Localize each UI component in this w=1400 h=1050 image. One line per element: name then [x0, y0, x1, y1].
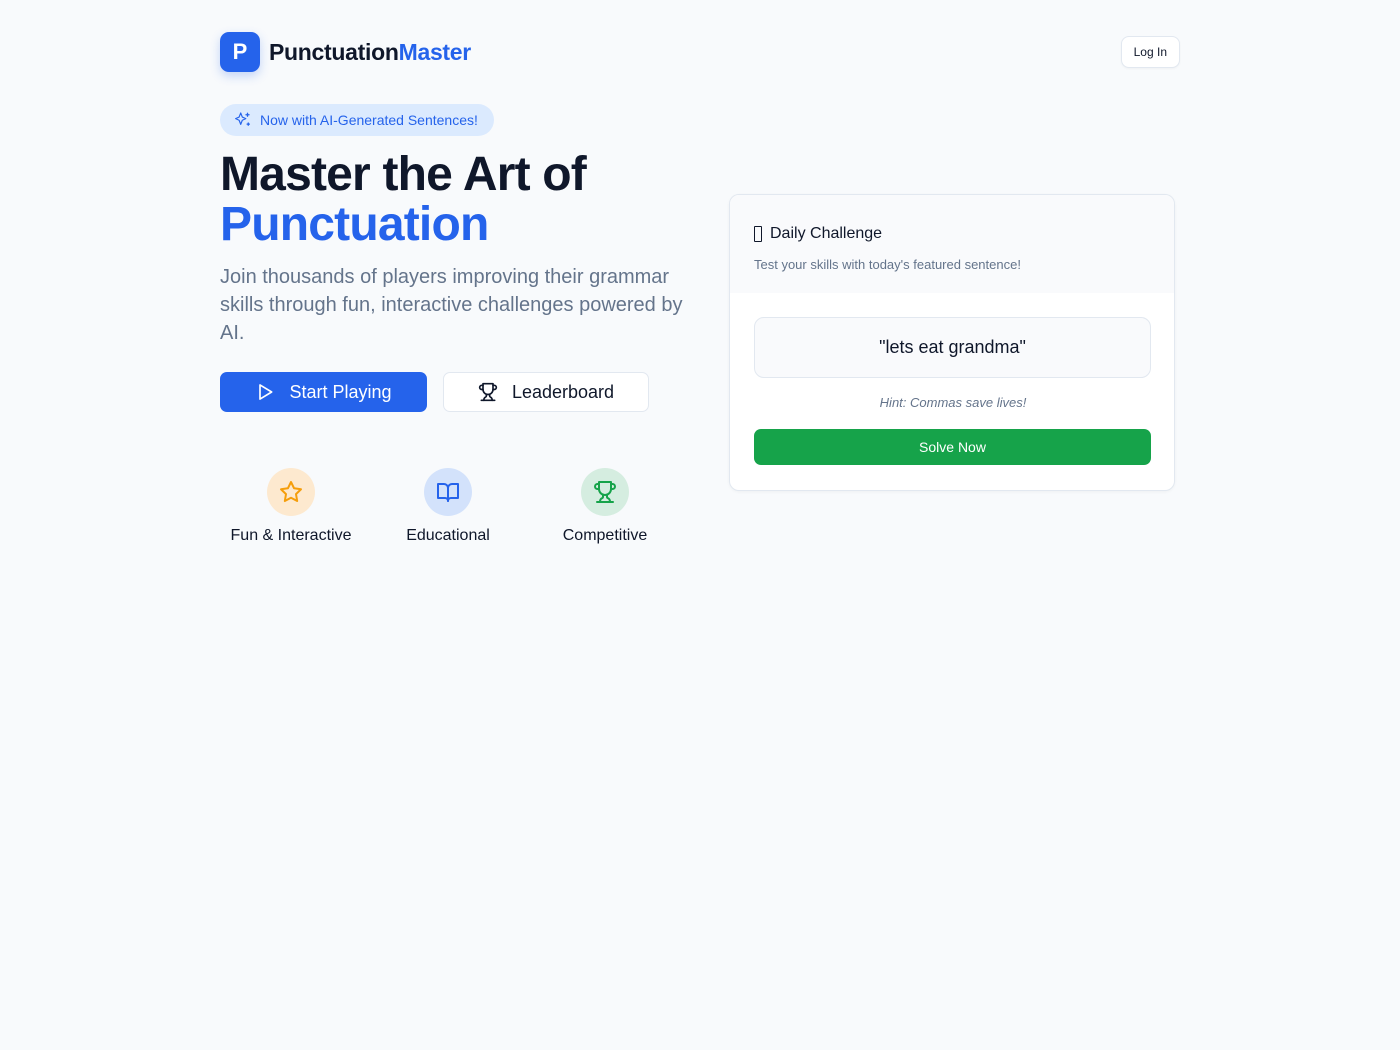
feature-icon-circle — [581, 468, 629, 516]
feature-fun-interactive: Fun & Interactive — [211, 468, 371, 545]
feature-label: Educational — [406, 527, 490, 544]
solve-now-button[interactable]: Solve Now — [754, 429, 1151, 465]
landing-page: P PunctuationMaster Log In Now with AI-G… — [0, 0, 1400, 1050]
card-subtitle: Test your skills with today's featured s… — [754, 257, 1021, 272]
feature-icon-circle — [267, 468, 315, 516]
hero-title-line1: Master the Art of — [220, 148, 587, 201]
feature-label: Competitive — [562, 527, 648, 544]
announcement-badge: Now with AI-Generated Sentences! — [220, 104, 494, 136]
card-title-text: Daily Challenge — [770, 225, 883, 242]
daily-challenge-card: Daily Challenge Test your skills with to… — [729, 194, 1175, 491]
badge-text: Now with AI-Generated Sentences! — [260, 112, 478, 128]
feature-educational: Educational — [368, 468, 528, 545]
hero-title-line2: Punctuation — [220, 198, 489, 251]
logo[interactable]: P PunctuationMaster — [220, 32, 471, 72]
sparkles-icon — [235, 112, 251, 126]
leaderboard-label: Leaderboard — [511, 381, 615, 402]
header: P PunctuationMaster Log In — [220, 32, 1180, 72]
card-title: Daily Challenge — [754, 225, 1150, 243]
challenge-sentence: "lets eat grandma" — [754, 317, 1151, 378]
logo-mark: P — [220, 32, 260, 72]
calendar-icon — [754, 226, 762, 242]
play-icon — [259, 384, 273, 400]
login-button[interactable]: Log In — [1120, 36, 1180, 68]
book-open-icon — [437, 483, 459, 502]
hero-title: Master the Art of Punctuation — [220, 148, 587, 251]
trophy-icon — [594, 481, 616, 503]
brand-name-part1: Punctuation — [269, 38, 399, 65]
hero-description: Join thousands of players improving thei… — [220, 266, 683, 344]
trophy-icon — [478, 382, 498, 402]
start-playing-button[interactable]: Start Playing — [220, 372, 427, 412]
leaderboard-button[interactable]: Leaderboard — [443, 372, 649, 412]
card-header: Daily Challenge Test your skills with to… — [730, 195, 1174, 293]
feature-icon-circle — [424, 468, 472, 516]
feature-label: Fun & Interactive — [230, 527, 352, 544]
brand-name: PunctuationMaster — [269, 39, 471, 66]
start-playing-label: Start Playing — [289, 381, 392, 402]
brand-name-part2: Master — [398, 38, 472, 65]
star-icon — [280, 481, 302, 503]
feature-competitive: Competitive — [525, 468, 685, 545]
challenge-hint: Hint: Commas save lives! — [879, 395, 1027, 410]
